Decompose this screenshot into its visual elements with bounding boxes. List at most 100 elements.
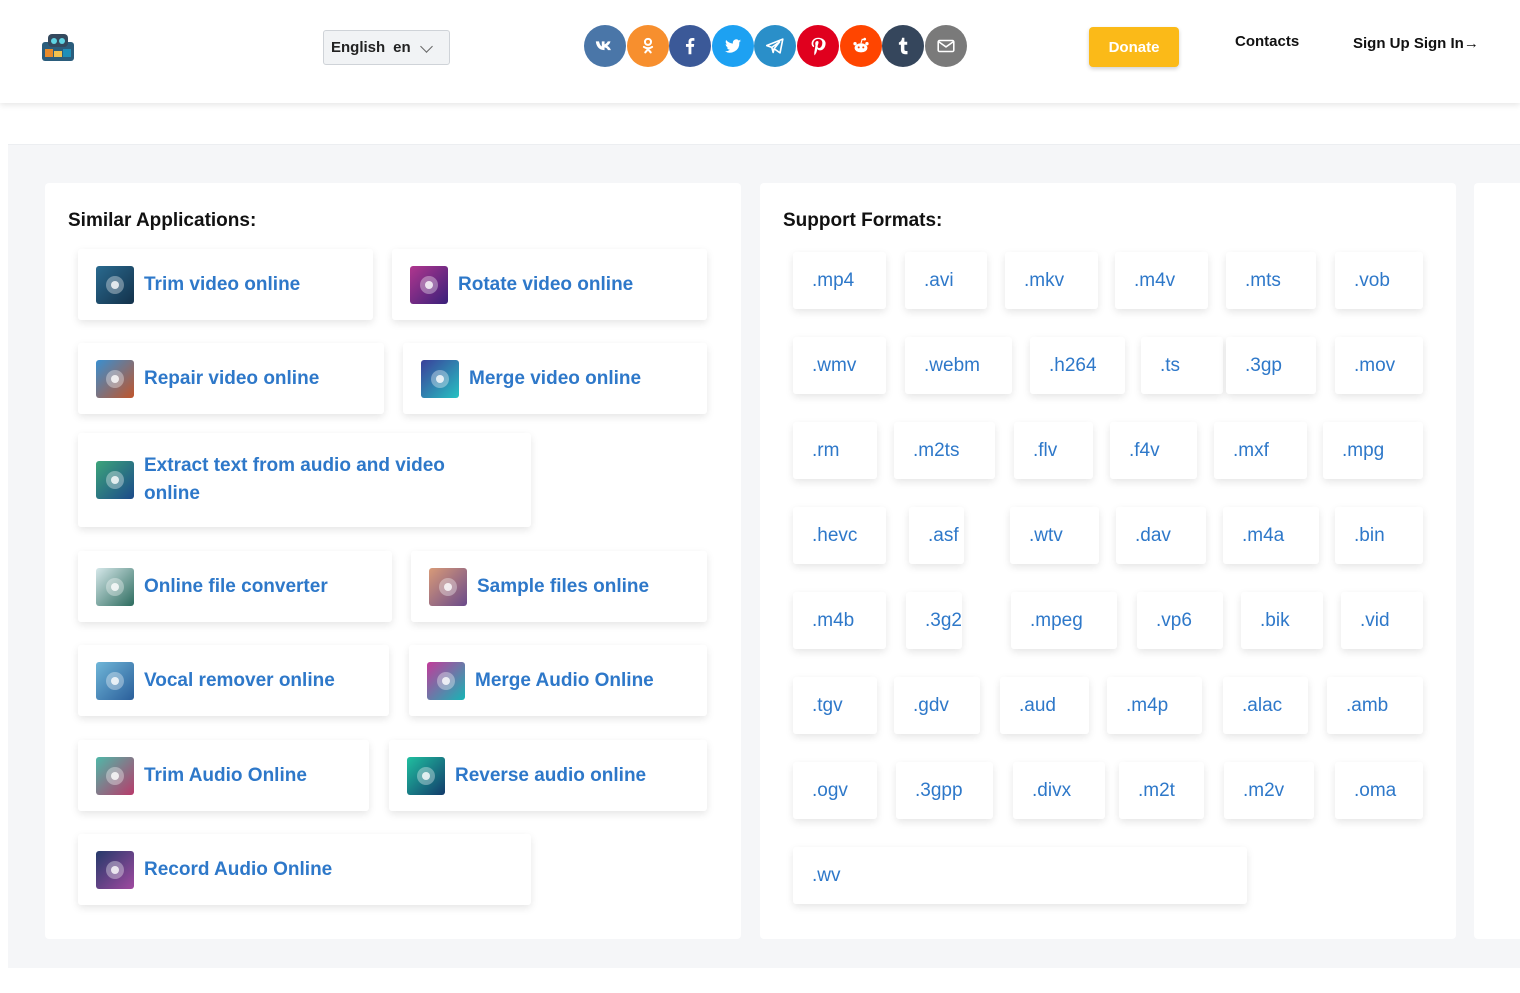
- format-tag[interactable]: .oma: [1335, 762, 1423, 819]
- merge-video-icon: [421, 359, 459, 398]
- donate-button[interactable]: Donate: [1089, 27, 1179, 67]
- similar-app-tile[interactable]: Trim Audio Online: [78, 740, 369, 811]
- format-tag[interactable]: .rm: [793, 422, 877, 479]
- similar-app-label: Trim video online: [144, 273, 301, 295]
- format-tag[interactable]: .vid: [1341, 592, 1423, 649]
- format-tag[interactable]: .divx: [1013, 762, 1105, 819]
- format-tag[interactable]: .tgv: [793, 677, 877, 734]
- format-tag[interactable]: .bik: [1241, 592, 1323, 649]
- pinterest-icon[interactable]: [796, 25, 839, 67]
- format-tag[interactable]: .mxf: [1214, 422, 1307, 479]
- similar-app-tile[interactable]: Online file converter: [78, 551, 392, 622]
- format-tag[interactable]: .m4p: [1107, 677, 1202, 734]
- similar-app-label: Extract text from audio and video online: [144, 455, 445, 504]
- similar-app-label: Record Audio Online: [144, 858, 333, 880]
- support-formats-card: Support Formats: .mp4 .avi .mkv .m4v .mts .vo…: [760, 183, 1456, 939]
- similar-app-tile[interactable]: Reverse audio online: [389, 740, 707, 811]
- email-icon[interactable]: [924, 25, 967, 67]
- language-select[interactable]: English en: [323, 30, 450, 65]
- top-strip: [8, 104, 1520, 145]
- similar-applications-card: Similar Applications: Trim video online R…: [45, 183, 741, 939]
- similar-app-label: Online file converter: [144, 575, 328, 597]
- similar-app-tile[interactable]: Merge Audio Online: [409, 645, 707, 716]
- format-tag[interactable]: .mp4: [793, 252, 886, 309]
- format-tag[interactable]: .vp6: [1137, 592, 1223, 649]
- format-tag[interactable]: .avi: [905, 252, 987, 309]
- sign-up-sign-in-link[interactable]: Sign Up Sign In→: [1353, 35, 1479, 52]
- format-tag[interactable]: .3g2: [906, 592, 962, 649]
- format-tag[interactable]: .3gp: [1226, 337, 1316, 394]
- vocal-remover-icon: [96, 661, 134, 700]
- format-tag[interactable]: .m2t: [1119, 762, 1204, 819]
- vk-icon[interactable]: [584, 25, 626, 67]
- similar-app-tile[interactable]: Record Audio Online: [78, 834, 531, 905]
- similar-app-label: Reverse audio online: [455, 764, 647, 786]
- reverse-audio-icon: [407, 756, 445, 795]
- format-tag[interactable]: .webm: [905, 337, 1012, 394]
- format-tag[interactable]: .wmv: [793, 337, 886, 394]
- similar-app-tile[interactable]: Trim video online: [78, 249, 373, 320]
- format-tag[interactable]: .wtv: [1010, 507, 1099, 564]
- similar-applications-title: Similar Applications:: [68, 210, 257, 231]
- sample-files-icon: [429, 567, 467, 606]
- repair-video-icon: [96, 359, 134, 398]
- format-tag[interactable]: .ts: [1141, 337, 1223, 394]
- similar-app-label: Trim Audio Online: [144, 764, 307, 786]
- odnoklassniki-icon[interactable]: [626, 25, 669, 67]
- format-tag[interactable]: .m2v: [1224, 762, 1314, 819]
- format-tag[interactable]: .m4v: [1115, 252, 1208, 309]
- language-code: en: [393, 39, 411, 56]
- language-label: English: [331, 39, 386, 56]
- similar-app-tile[interactable]: Repair video online: [78, 343, 384, 414]
- similar-app-tile[interactable]: Merge video online: [403, 343, 707, 414]
- site-header: English en Donate Contacts Sign Up Sign …: [0, 0, 1520, 103]
- format-tag[interactable]: .h264: [1030, 337, 1125, 394]
- reddit-icon[interactable]: [839, 25, 882, 67]
- site-logo-icon[interactable]: [41, 31, 75, 63]
- format-tag[interactable]: .m2ts: [894, 422, 995, 479]
- format-tag[interactable]: .ogv: [793, 762, 877, 819]
- format-tag[interactable]: .m4a: [1223, 507, 1319, 564]
- format-tag[interactable]: .aud: [1000, 677, 1089, 734]
- similar-app-tile[interactable]: Rotate video online: [392, 249, 707, 320]
- format-tag[interactable]: .hevc: [793, 507, 886, 564]
- format-tag[interactable]: .mts: [1226, 252, 1316, 309]
- next-card-edge: [1474, 183, 1520, 939]
- similar-app-label: Merge Audio Online: [475, 669, 654, 691]
- format-tag[interactable]: .f4v: [1110, 422, 1197, 479]
- similar-app-tile[interactable]: Vocal remover online: [78, 645, 389, 716]
- format-tag[interactable]: .m4b: [793, 592, 886, 649]
- similar-app-label: Sample files online: [477, 575, 650, 597]
- trim-video-icon: [96, 265, 134, 304]
- file-converter-icon: [96, 567, 134, 606]
- social-share-bar: [584, 25, 967, 67]
- format-tag[interactable]: .mpg: [1323, 422, 1423, 479]
- format-tag[interactable]: .mpeg: [1011, 592, 1117, 649]
- tumblr-icon[interactable]: [882, 25, 925, 67]
- format-tag[interactable]: .3gpp: [896, 762, 993, 819]
- format-tag[interactable]: .vob: [1335, 252, 1423, 309]
- trim-audio-icon: [96, 756, 134, 795]
- facebook-icon[interactable]: [669, 25, 712, 67]
- similar-app-tile[interactable]: Extract text from audio and video online: [78, 433, 531, 527]
- format-tag[interactable]: .mkv: [1005, 252, 1098, 309]
- format-tag[interactable]: .flv: [1014, 422, 1093, 479]
- format-tag[interactable]: .dav: [1116, 507, 1206, 564]
- merge-audio-icon: [427, 661, 465, 700]
- format-tag[interactable]: .bin: [1335, 507, 1423, 564]
- similar-app-label: Repair video online: [144, 367, 320, 389]
- similar-app-label: Vocal remover online: [144, 669, 335, 691]
- format-tag[interactable]: .alac: [1223, 677, 1308, 734]
- format-tag[interactable]: .amb: [1327, 677, 1423, 734]
- telegram-icon[interactable]: [754, 25, 797, 67]
- format-tag[interactable]: .gdv: [894, 677, 980, 734]
- contacts-link[interactable]: Contacts: [1235, 33, 1299, 50]
- format-tag[interactable]: .mov: [1335, 337, 1423, 394]
- similar-app-tile[interactable]: Sample files online: [411, 551, 707, 622]
- similar-app-label: Merge video online: [469, 367, 642, 389]
- twitter-icon[interactable]: [711, 25, 754, 67]
- format-tag[interactable]: .asf: [909, 507, 964, 564]
- chevron-down-icon: [420, 40, 433, 53]
- rotate-video-icon: [410, 265, 448, 304]
- format-tag[interactable]: .wv: [793, 847, 1247, 904]
